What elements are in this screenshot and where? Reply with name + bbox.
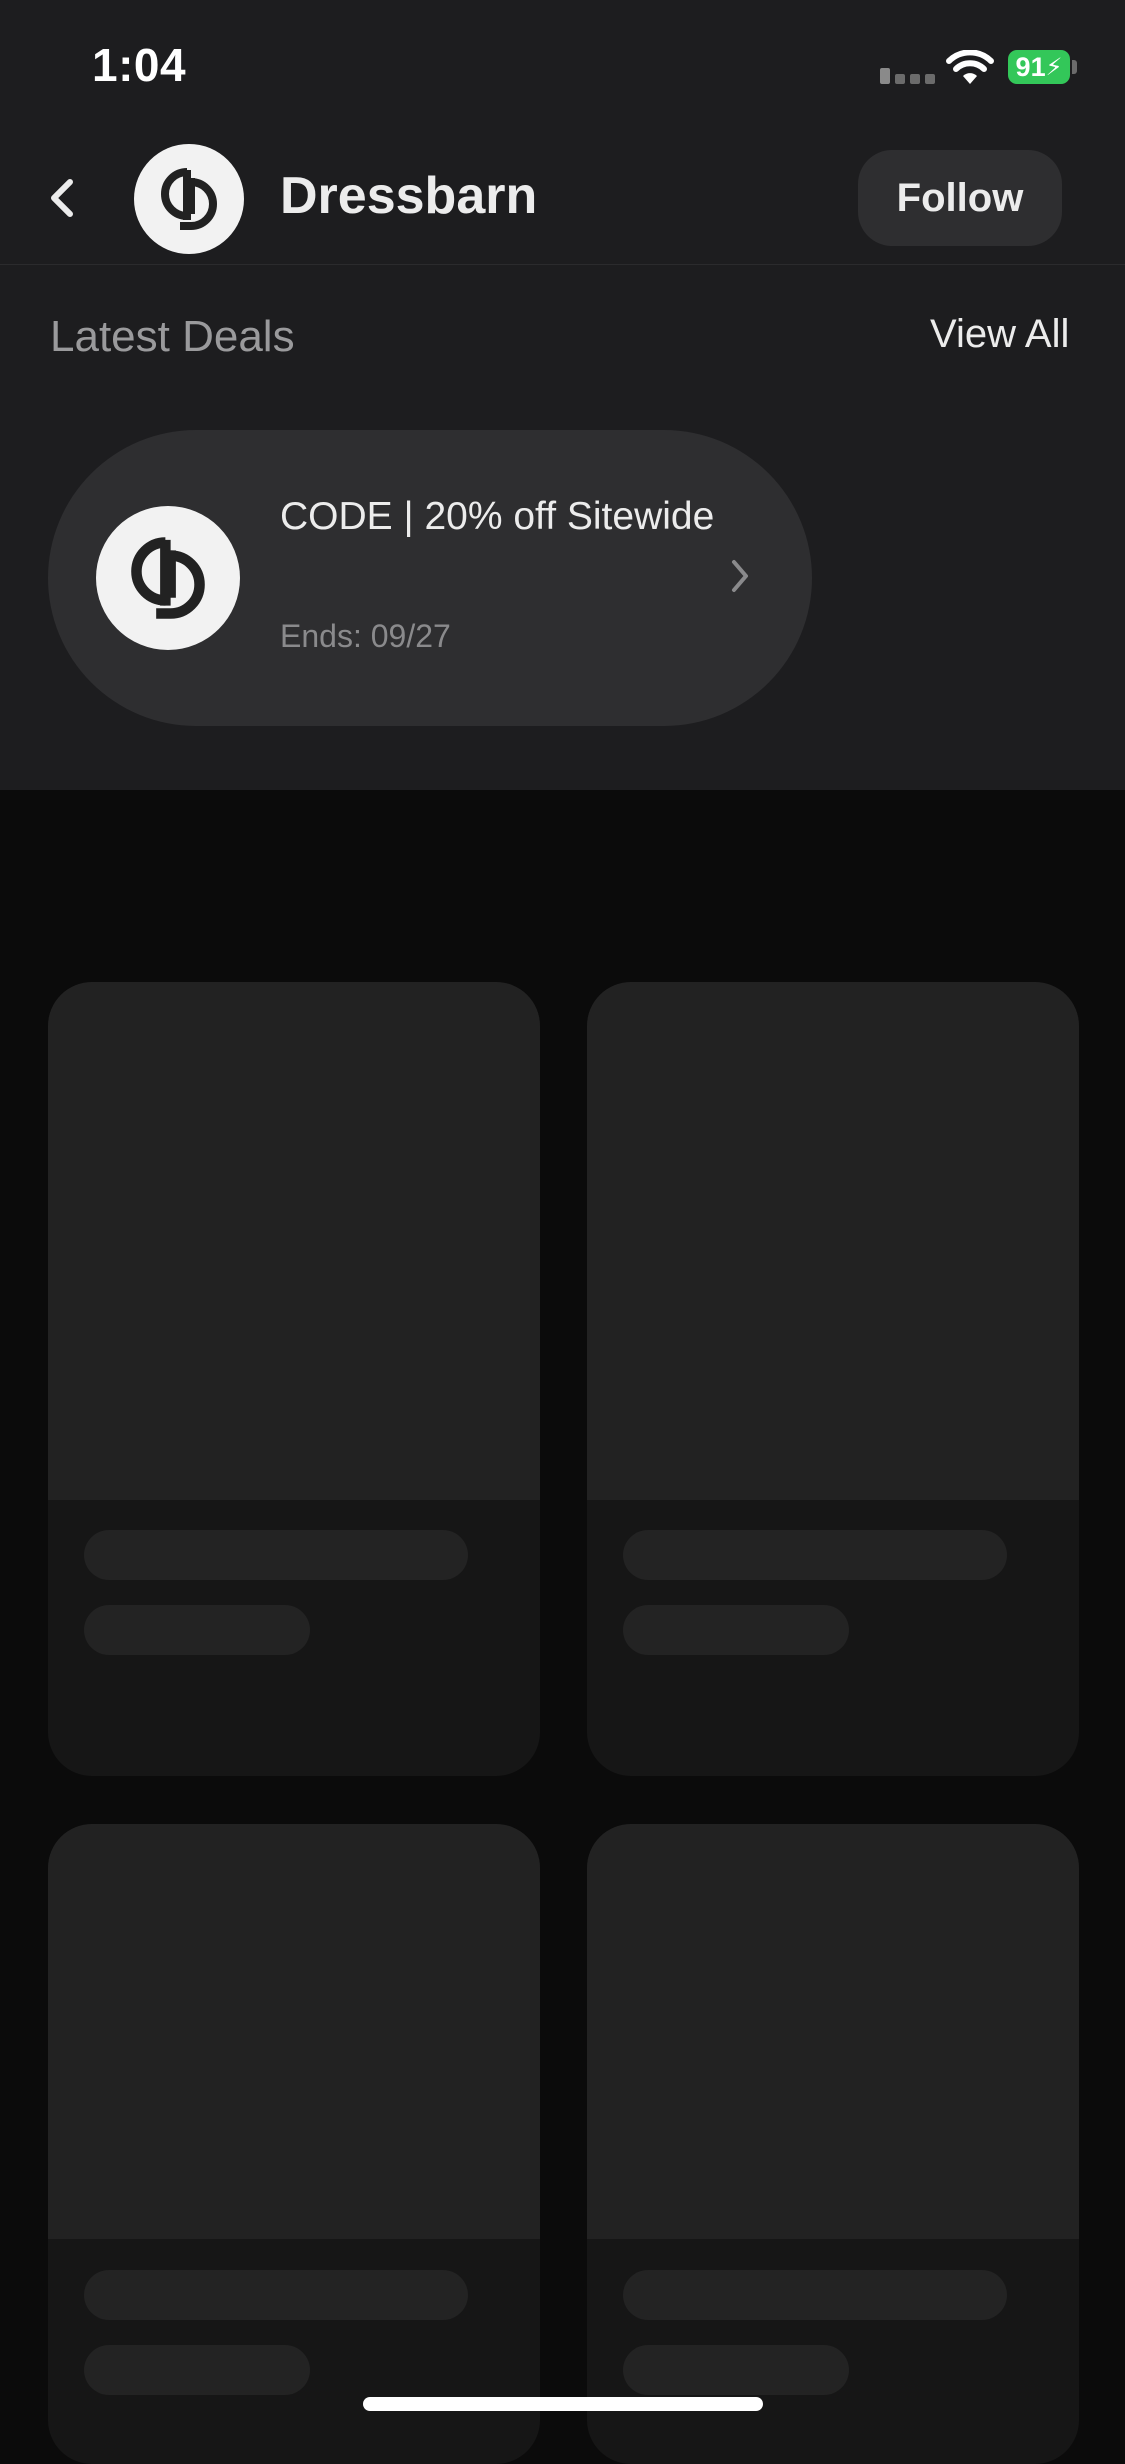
deal-expiry: Ends: 09/27 — [280, 618, 451, 654]
product-card-placeholder[interactable] — [587, 1824, 1079, 2464]
view-all-link[interactable]: View All — [930, 312, 1069, 357]
brand-name: Dressbarn — [280, 167, 538, 225]
deal-card[interactable]: CODE | 20% off Sitewide Ends: 09/27 — [48, 430, 812, 726]
product-card-placeholder[interactable] — [48, 982, 540, 1776]
product-title-skeleton — [623, 1530, 1007, 1580]
battery-level: 91 — [1015, 51, 1046, 82]
deal-title: CODE | 20% off Sitewide — [280, 495, 715, 538]
product-price-skeleton — [84, 1605, 310, 1655]
product-title-skeleton — [84, 2270, 468, 2320]
deal-brand-logo — [96, 506, 240, 650]
follow-button[interactable]: Follow — [858, 150, 1062, 246]
dressbarn-logo-icon — [131, 537, 205, 619]
product-title-skeleton — [84, 1530, 468, 1580]
dressbarn-logo-icon — [161, 168, 217, 230]
product-price-skeleton — [623, 1605, 849, 1655]
back-button[interactable] — [40, 160, 84, 236]
product-image-placeholder — [48, 982, 540, 1500]
product-card-placeholder[interactable] — [48, 1824, 540, 2464]
product-title-skeleton — [623, 2270, 1007, 2320]
status-time: 1:04 — [92, 39, 187, 91]
product-image-placeholder — [48, 1824, 540, 2239]
home-indicator[interactable] — [363, 2397, 763, 2411]
brand-header: Dressbarn Follow — [0, 132, 1125, 265]
brand-logo-avatar[interactable] — [134, 144, 244, 254]
wifi-icon — [946, 50, 994, 84]
status-bar: 1:04 91 ⚡ — [0, 0, 1125, 132]
product-image-placeholder — [587, 982, 1079, 1500]
battery-icon: 91 ⚡ — [1008, 50, 1070, 84]
product-price-skeleton — [623, 2345, 849, 2395]
product-price-skeleton — [84, 2345, 310, 2395]
chevron-right-icon — [732, 560, 748, 592]
cellular-signal-icon — [880, 68, 936, 84]
battery-cap — [1072, 60, 1077, 74]
product-image-placeholder — [587, 1824, 1079, 2239]
product-card-placeholder[interactable] — [587, 982, 1079, 1776]
latest-deals-title: Latest Deals — [50, 312, 295, 361]
